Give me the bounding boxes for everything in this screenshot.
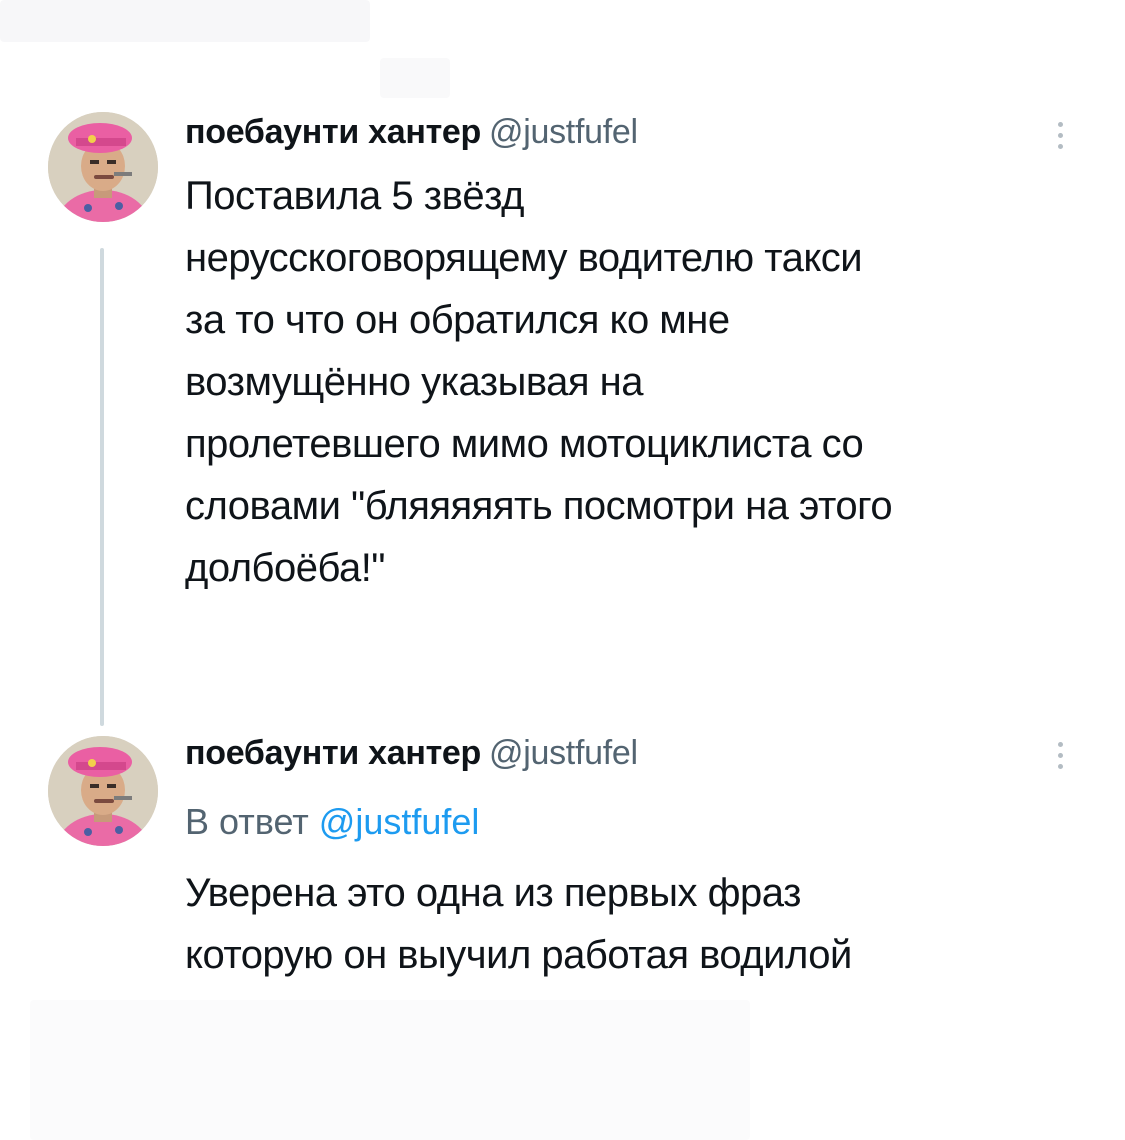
background-artifact [30,1000,750,1140]
tweet-text-line: долбоёба!" [185,546,386,590]
user-handle[interactable]: @justfufel [489,734,638,772]
reply-prefix: В ответ [185,801,309,842]
tweet-header: поебаунти хантер @justfufel [185,112,638,152]
user-handle[interactable]: @justfufel [489,113,638,151]
vertical-ellipsis-icon[interactable] [1057,742,1063,769]
avatar[interactable] [48,736,158,846]
background-artifact [0,0,370,42]
avatar[interactable] [48,112,158,222]
tweet-text-line: которую он выучил работая водилой [185,933,852,977]
tweet-text-line: нерусскоговорящему водителю такси [185,236,863,280]
tweet-text-line: Поставила 5 звёзд [185,174,524,218]
display-name[interactable]: поебаунти хантер [185,734,481,772]
tweet-text: Уверена это одна из первых фраз которую … [185,862,852,986]
tweet-text-line: словами "бляяяяять посмотри на этого [185,484,893,528]
tweet-text-line: за то что он обратился ко мне [185,298,730,342]
reply-context: В ответ @justfufel [185,800,479,844]
tweet-text-line: возмущённо указывая на [185,360,644,404]
tweet-text-line: пролетевшего мимо мотоциклиста со [185,422,864,466]
vertical-ellipsis-icon[interactable] [1057,122,1063,149]
tweet-text-line: Уверена это одна из первых фраз [185,871,801,915]
tweet-text: Поставила 5 звёзд нерусскоговорящему вод… [185,165,893,599]
avatar-pink-beret-icon [48,736,158,846]
background-artifact [380,58,450,98]
display-name[interactable]: поебаунти хантер [185,113,481,151]
thread-connector-line [100,248,104,726]
avatar-pink-beret-icon [48,112,158,222]
tweet-header: поебаунти хантер @justfufel [185,733,638,773]
reply-mention-link[interactable]: @justfufel [319,801,480,842]
